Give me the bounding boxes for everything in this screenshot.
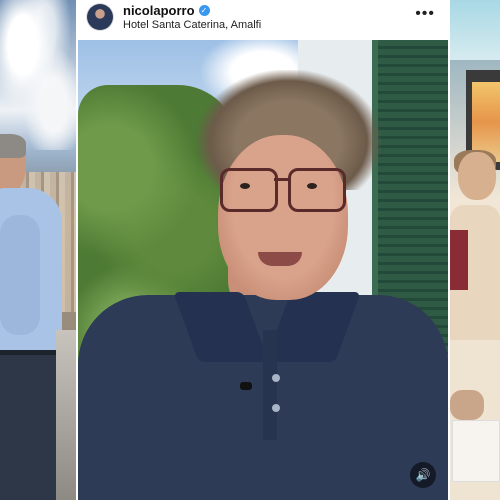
terrace-railing [56, 330, 76, 500]
woman-arm [450, 390, 484, 420]
gift-box [452, 420, 500, 482]
glasses-bridge [274, 178, 290, 181]
person-pants [0, 355, 60, 500]
shirt-button [272, 374, 280, 382]
profile-avatar[interactable] [87, 4, 113, 30]
sky-clouds [0, 0, 76, 150]
man-face [218, 135, 348, 300]
previous-slide[interactable] [0, 0, 76, 500]
more-options-icon[interactable]: ••• [415, 5, 435, 23]
handbag [450, 230, 468, 290]
glasses-lens-left [220, 168, 278, 212]
lapel-microphone [240, 382, 252, 390]
right-sky [450, 0, 500, 60]
person-hair [0, 134, 26, 158]
post-video[interactable]: 🔊 [78, 40, 448, 500]
username-row: nicolaporro ✓ [123, 3, 210, 18]
woman-head [458, 152, 496, 200]
username-link[interactable]: nicolaporro [123, 3, 195, 18]
eye-right [307, 183, 317, 189]
shirt-button [272, 404, 280, 412]
verified-badge-icon: ✓ [198, 5, 210, 16]
shirt-placket [263, 330, 277, 440]
post-header: nicolaporro ✓ Hotel Santa Caterina, Amal… [78, 0, 448, 40]
next-slide[interactable] [450, 0, 500, 500]
glasses-lens-right [288, 168, 346, 212]
eye-left [240, 183, 250, 189]
post-card: nicolaporro ✓ Hotel Santa Caterina, Amal… [78, 0, 448, 500]
person-arm [0, 215, 40, 335]
speaker-icon[interactable]: 🔊 [410, 462, 436, 488]
location-link[interactable]: Hotel Santa Caterina, Amalfi [123, 19, 261, 31]
